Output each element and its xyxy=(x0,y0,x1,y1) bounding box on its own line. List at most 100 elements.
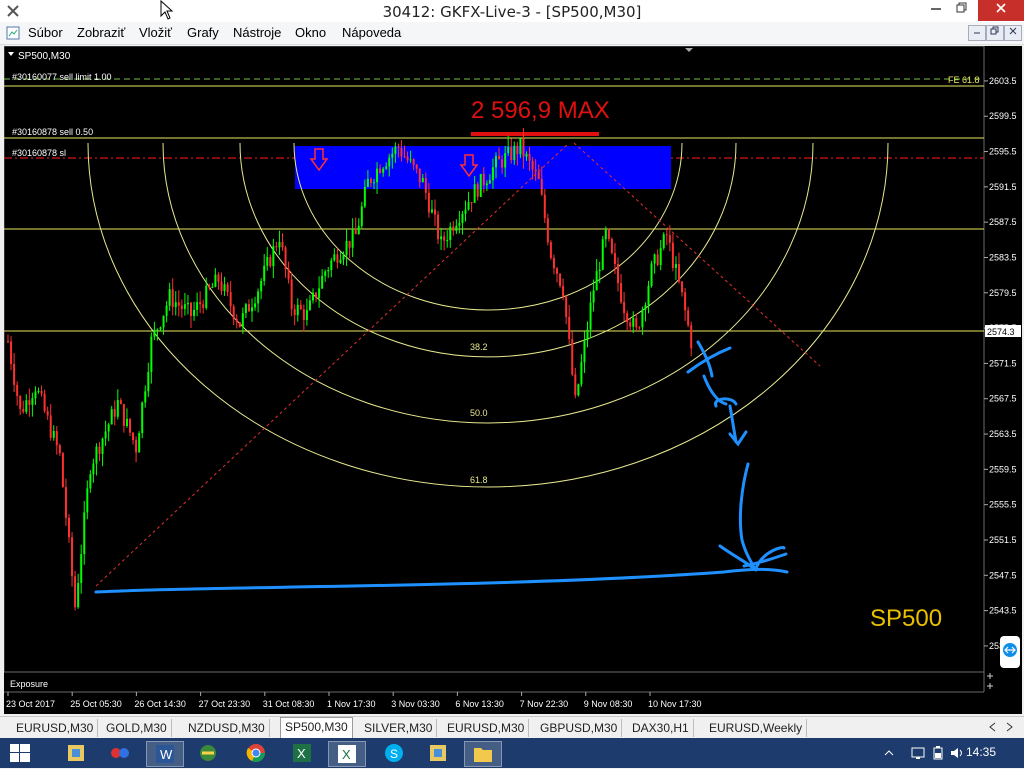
restore-button[interactable] xyxy=(946,0,978,21)
bull-candle xyxy=(80,554,83,584)
taskbar-app-3[interactable] xyxy=(420,741,456,765)
bear-candle xyxy=(501,159,504,168)
tab-scroll-right-icon[interactable] xyxy=(1004,722,1014,732)
menu-zobrazit[interactable]: Zobraziť xyxy=(77,25,125,40)
bull-candle xyxy=(156,329,159,331)
menu-nastroje[interactable]: Nástroje xyxy=(233,25,281,40)
volume-icon[interactable] xyxy=(950,746,964,760)
tab-scroll-left-icon[interactable] xyxy=(988,722,998,732)
bear-candle xyxy=(190,302,192,317)
bear-candle xyxy=(482,174,485,186)
window-title: 30412: GKFX-Live-3 - [SP500,M30] xyxy=(382,3,642,21)
tray-chevron-icon[interactable] xyxy=(884,748,894,758)
taskbar-app-2[interactable] xyxy=(102,741,138,765)
tab-dax30-h1[interactable]: DAX30,H1 xyxy=(628,719,694,737)
y-tick-label: 2603.5 xyxy=(989,76,1017,86)
bear-candle xyxy=(498,156,501,160)
order-label-sell-limit: #30160077 sell limit 1.00 xyxy=(12,72,112,82)
menu-napoveda[interactable]: Nápoveda xyxy=(342,25,401,40)
battery-icon[interactable] xyxy=(932,746,944,760)
windows-start-icon[interactable] xyxy=(10,744,30,762)
bear-candle xyxy=(302,309,305,321)
mdi-minimize-button[interactable] xyxy=(968,25,986,41)
taskbar-metatrader[interactable] xyxy=(190,741,226,765)
bull-candle xyxy=(318,288,321,298)
price-chart[interactable]: SP500,M30 #30160077 sell limit 1.00 #301… xyxy=(4,46,1022,714)
bear-candle xyxy=(202,304,205,308)
bear-candle xyxy=(354,228,357,235)
mdi-restore-button[interactable] xyxy=(986,25,1004,41)
bull-candle xyxy=(644,305,647,310)
symbol-watermark: SP500 xyxy=(870,605,942,632)
tab-eurusd-weekly[interactable]: EURUSD,Weekly xyxy=(705,719,808,737)
bull-candle xyxy=(141,402,144,434)
bull-candle xyxy=(205,285,208,308)
bear-candle xyxy=(620,283,623,303)
bull-candle xyxy=(138,433,141,453)
taskbar-word[interactable]: W xyxy=(146,741,184,767)
menu-vlozit[interactable]: Vložiť xyxy=(139,25,172,40)
bear-candle xyxy=(122,404,125,426)
bear-candle xyxy=(668,235,671,243)
bull-candle xyxy=(446,240,449,242)
y-tick-label: 2587.5 xyxy=(989,217,1017,227)
chart-window[interactable]: SP500,M30 #30160077 sell limit 1.00 #301… xyxy=(4,46,1022,714)
bear-candle xyxy=(531,160,534,170)
tab-nzdusd-m30[interactable]: NZDUSD,M30 xyxy=(184,719,270,737)
bear-candle xyxy=(217,274,220,282)
close-button[interactable] xyxy=(978,0,1024,21)
bear-candle xyxy=(534,169,537,172)
restore-icon xyxy=(990,26,999,35)
taskbar-excel-2[interactable]: X xyxy=(328,741,366,767)
bull-candle xyxy=(674,264,677,268)
bear-candle xyxy=(208,285,211,288)
bear-candle xyxy=(28,400,31,405)
tab-gbpusd-m30[interactable]: GBPUSD,M30 xyxy=(536,719,623,737)
metatrader-icon xyxy=(200,745,216,761)
bear-candle xyxy=(476,184,479,197)
tab-eurusd-m30-2[interactable]: EURUSD,M30 xyxy=(443,719,530,737)
bear-candle xyxy=(415,164,418,169)
bear-candle xyxy=(623,302,626,314)
taskbar-file-explorer[interactable] xyxy=(464,741,502,767)
taskbar-app-1[interactable] xyxy=(58,741,94,765)
tab-silver-m30[interactable]: SILVER,M30 xyxy=(360,719,438,737)
x-tick-label: 7 Nov 22:30 xyxy=(520,699,569,709)
bull-candle xyxy=(449,226,452,241)
bull-candle xyxy=(174,302,177,308)
mdi-close-button[interactable] xyxy=(1004,25,1022,41)
order-label-sell: #30160878 sell 0.50 xyxy=(12,127,93,137)
bull-candle xyxy=(110,409,113,425)
word-icon: W xyxy=(156,745,174,763)
bull-candle xyxy=(159,327,162,330)
bull-candle xyxy=(183,304,186,309)
menu-subor[interactable]: Súbor xyxy=(28,25,63,40)
zoom-in-icon[interactable] xyxy=(987,673,993,679)
y-tick-label: 2595.5 xyxy=(989,147,1017,157)
bear-candle xyxy=(540,178,543,195)
bear-candle xyxy=(424,178,427,193)
tab-gold-m30[interactable]: GOLD,M30 xyxy=(102,719,172,737)
bear-candle xyxy=(13,363,16,385)
bear-candle xyxy=(98,446,101,454)
bull-candle xyxy=(641,309,644,328)
menu-grafy[interactable]: Grafy xyxy=(187,25,219,40)
network-icon[interactable] xyxy=(910,746,926,760)
taskbar-chrome[interactable] xyxy=(238,741,274,765)
bear-candle xyxy=(275,246,278,248)
taskbar-clock[interactable]: 14:35 xyxy=(966,745,996,759)
time-axis[interactable]: 23 Oct 2017 25 Oct 05:30 26 Oct 14:30 27 Oc… xyxy=(6,692,702,709)
taskbar-skype[interactable]: S xyxy=(376,741,412,765)
x-tick-label: 3 Nov 03:30 xyxy=(391,699,440,709)
zoom-out-icon[interactable] xyxy=(987,683,993,689)
bear-candle xyxy=(180,305,183,309)
bear-candle xyxy=(607,229,610,240)
bear-candle xyxy=(293,309,296,316)
x-tick-label: 10 Nov 17:30 xyxy=(648,699,702,709)
tab-eurusd-m30[interactable]: EURUSD,M30 xyxy=(12,719,99,737)
tab-sp500-m30[interactable]: SP500,M30 xyxy=(280,717,353,739)
taskbar-excel[interactable]: X xyxy=(284,741,320,765)
menu-okno[interactable]: Okno xyxy=(295,25,326,40)
svg-text:S: S xyxy=(390,747,398,761)
price-axis[interactable]: 2603.5 2599.5 2595.5 2591.5 2587.5 2583.5 2579… xyxy=(984,76,1017,651)
